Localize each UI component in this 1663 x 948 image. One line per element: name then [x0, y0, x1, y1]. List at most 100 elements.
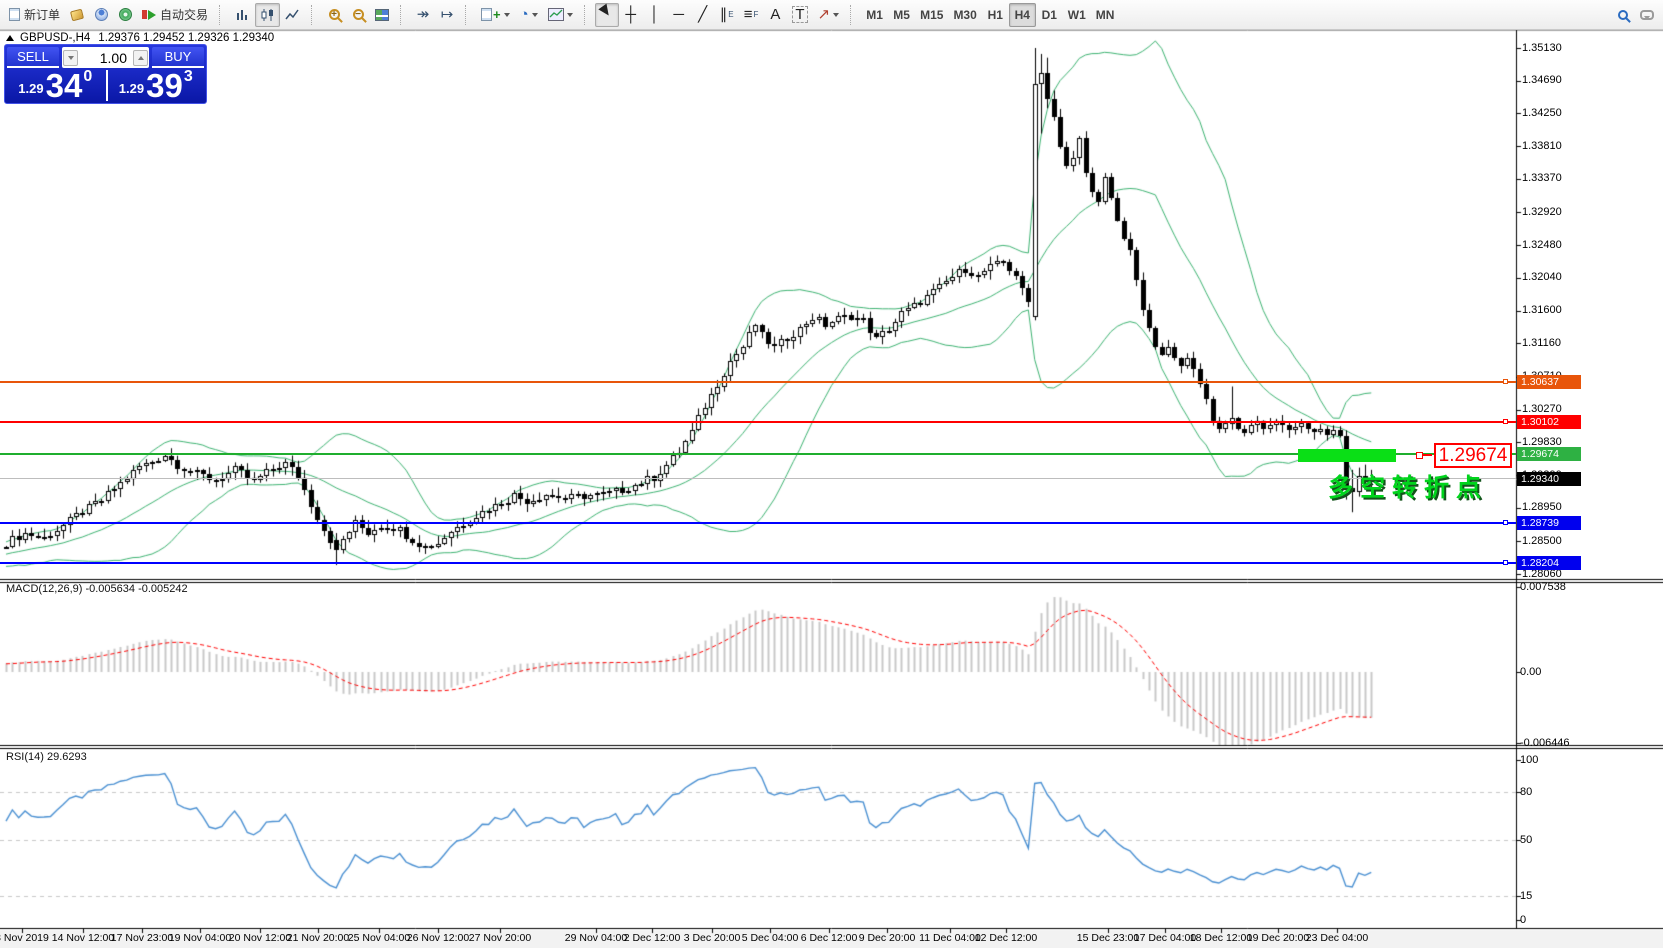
price-tick-label: 1.31160	[1522, 337, 1561, 349]
price-tick-label: 1.32040	[1522, 271, 1562, 283]
search-button[interactable]	[1611, 3, 1635, 27]
line-chart-button[interactable]	[280, 3, 305, 27]
price-tag: 1.29674	[1517, 447, 1581, 461]
add-indicator-button[interactable]: +	[476, 3, 515, 27]
zoom-in-button[interactable]: +	[322, 3, 346, 27]
rsi-axis-label: 0	[1520, 914, 1526, 926]
chevron-up-icon	[138, 53, 144, 60]
chat-button[interactable]	[1635, 3, 1659, 27]
candlestick-chart-icon	[260, 8, 275, 22]
rsi-axis-label: 100	[1520, 754, 1538, 766]
price-tick-label: 1.31600	[1522, 304, 1562, 316]
bar-chart-icon	[235, 8, 250, 22]
line-handle[interactable]	[1503, 560, 1508, 565]
rsi-axis-label: 15	[1520, 890, 1532, 902]
timeframe-mn[interactable]: MN	[1091, 3, 1120, 27]
horizontal-line-1.28739[interactable]	[0, 522, 1516, 524]
highlight-rectangle[interactable]	[1298, 449, 1396, 462]
buy-price[interactable]: 1.29 39 3	[106, 68, 207, 103]
arrow-tool-icon: ↗	[818, 7, 831, 22]
line-handle[interactable]	[1503, 520, 1508, 525]
price-callout[interactable]: 1.29674	[1434, 443, 1512, 468]
time-tick-label: 23 Dec 04:00	[1292, 932, 1382, 944]
hline-tool-button[interactable]: ─	[667, 3, 691, 27]
macd-axis-label: 0.00	[1520, 666, 1541, 678]
timeframe-d1[interactable]: D1	[1036, 3, 1063, 27]
chevron-down-icon	[504, 13, 510, 20]
timeframe-h4[interactable]: H4	[1009, 3, 1036, 27]
search-icon	[1618, 10, 1628, 20]
toolbar-separator	[584, 5, 591, 25]
text-tool-button[interactable]: A	[763, 3, 787, 27]
horizontal-line-1.29340[interactable]	[0, 478, 1516, 479]
crosshair-tool-button[interactable]: ┼	[619, 3, 643, 27]
auto-trading-button[interactable]: 自动交易	[137, 3, 213, 27]
profiles-button[interactable]	[65, 3, 89, 27]
volume-down-button[interactable]	[63, 50, 78, 66]
horizontal-line-1.30637[interactable]	[0, 381, 1516, 383]
crosshair-icon: ┼	[625, 7, 636, 22]
new-order-label: 新订单	[24, 6, 60, 23]
sell-price[interactable]: 1.29 34 0	[5, 68, 106, 103]
timeframe-m15[interactable]: M15	[915, 3, 948, 27]
timeframe-w1[interactable]: W1	[1063, 3, 1091, 27]
price-tag: 1.28739	[1517, 516, 1581, 530]
auto-trading-label: 自动交易	[160, 6, 208, 23]
signals-button[interactable]	[113, 3, 137, 27]
time-tick-label: 27 Nov 20:00	[455, 932, 545, 944]
collapse-arrow-icon[interactable]	[6, 31, 14, 41]
price-tick-label: 1.34690	[1522, 74, 1562, 86]
arrows-tool-button[interactable]: ↗	[813, 3, 845, 27]
chart-title: GBPUSD-,H4 1.29376 1.29452 1.29326 1.293…	[6, 32, 274, 44]
market-watch-button[interactable]	[89, 3, 113, 27]
cursor-icon	[598, 3, 615, 22]
chart-shift-button[interactable]: ↦	[435, 3, 459, 27]
trade-panel-row1: SELL 1.00 BUY	[5, 45, 206, 68]
timeframe-h1[interactable]: H1	[982, 3, 1009, 27]
horizontal-line-1.29674[interactable]	[0, 453, 1516, 455]
timeframe-m5[interactable]: M5	[888, 3, 915, 27]
macd-axis-label: 0.007538	[1520, 581, 1566, 593]
sell-button[interactable]: SELL	[7, 47, 59, 68]
volume-value[interactable]: 1.00	[78, 50, 133, 66]
periods-button[interactable]: ◔	[515, 3, 543, 27]
plus-icon: +	[493, 8, 501, 21]
one-click-trading-panel: SELL 1.00 BUY 1.29 34 0 1.29 39 3	[4, 44, 207, 104]
chevron-down-icon	[567, 13, 573, 20]
fibonacci-tool-button[interactable]: ≡ F	[739, 3, 764, 27]
line-handle[interactable]	[1503, 379, 1508, 384]
price-tick-label: 1.34250	[1522, 107, 1562, 119]
trendline-tool-button[interactable]: ╱	[691, 3, 715, 27]
candlestick-chart-button[interactable]	[255, 3, 280, 27]
templates-button[interactable]	[543, 3, 578, 27]
zoom-out-button[interactable]: −	[346, 3, 370, 27]
volume-up-button[interactable]	[133, 50, 148, 66]
channel-letter: E	[728, 10, 733, 19]
price-tick-label: 1.33810	[1522, 140, 1562, 152]
new-order-button[interactable]: 新订单	[4, 3, 65, 27]
annotation-text[interactable]: 多空转折点	[1328, 468, 1488, 504]
symbol-timeframe: GBPUSD-,H4	[20, 32, 90, 44]
timeframe-m1[interactable]: M1	[861, 3, 888, 27]
bar-chart-button[interactable]	[230, 3, 255, 27]
buy-button[interactable]: BUY	[152, 47, 204, 68]
timeframe-m30[interactable]: M30	[948, 3, 981, 27]
new-order-icon	[9, 8, 20, 21]
price-tag: 1.29340	[1517, 472, 1581, 486]
auto-scroll-button[interactable]: ↠	[411, 3, 435, 27]
line-chart-icon	[285, 8, 300, 22]
text-label-tool-button[interactable]: T	[787, 3, 812, 27]
vline-tool-button[interactable]: │	[643, 3, 667, 27]
auto-scroll-icon: ↠	[417, 7, 430, 22]
line-handle[interactable]	[1503, 419, 1508, 424]
zoom-out-icon: −	[353, 9, 364, 20]
channel-tool-button[interactable]: ∥ E	[715, 3, 739, 27]
chevron-down-icon	[68, 56, 74, 63]
cursor-tool-button[interactable]	[595, 3, 619, 27]
horizontal-line-1.30102[interactable]	[0, 421, 1516, 423]
text-label-icon: T	[792, 6, 807, 23]
tile-windows-button[interactable]	[370, 3, 394, 27]
horizontal-line-1.28204[interactable]	[0, 562, 1516, 564]
price-tag: 1.30637	[1517, 375, 1581, 389]
price-tick-label: 1.32480	[1522, 239, 1562, 251]
